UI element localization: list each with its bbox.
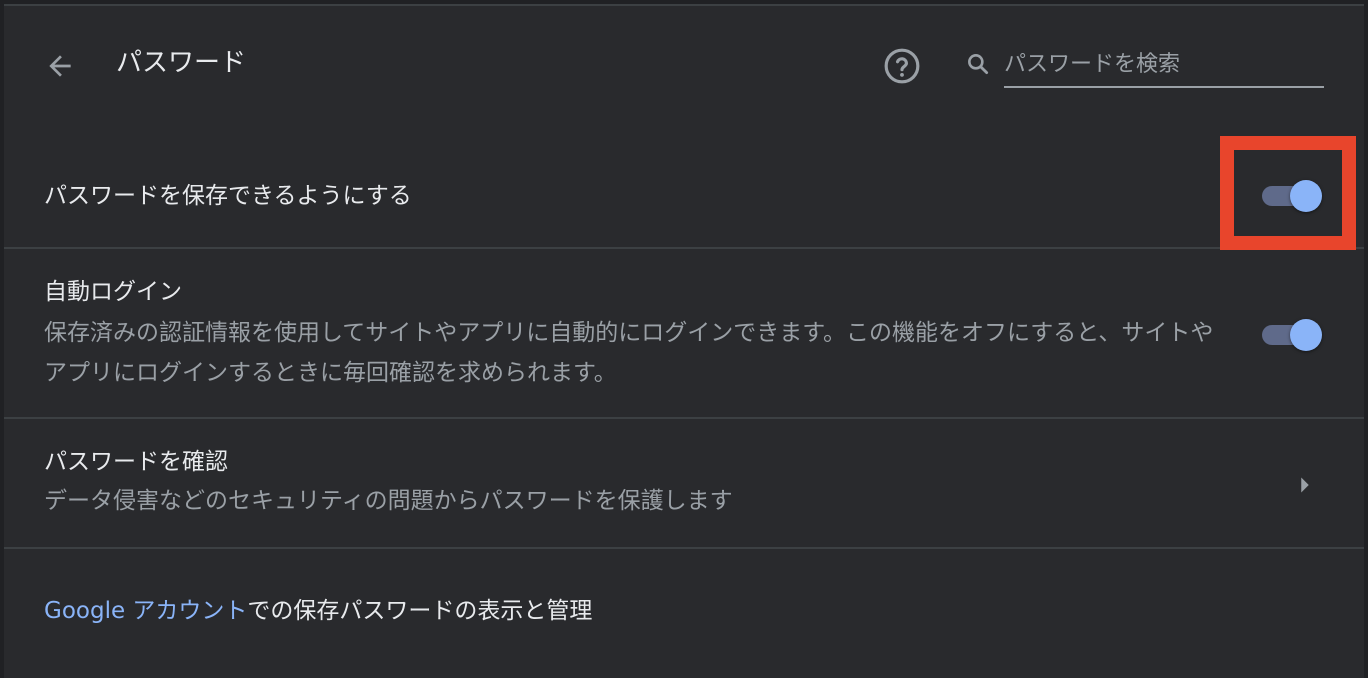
footer-suffix: での保存パスワードの表示と管理	[247, 598, 593, 624]
arrow-left-icon	[49, 55, 71, 77]
search-icon	[962, 48, 994, 80]
settings-panel: パスワード パスワードを保存できるようにする 自動ログイン 保存済みの認証情報を…	[4, 4, 1364, 678]
auto-signin-toggle[interactable]	[1260, 315, 1324, 355]
toggle-knob	[1290, 319, 1322, 351]
page-title: パスワード	[116, 48, 247, 78]
help-button[interactable]	[882, 46, 922, 86]
password-check-arrow[interactable]	[1290, 468, 1320, 502]
page-header: パスワード	[4, 6, 1364, 118]
save-passwords-label: パスワードを保存できるようにする	[44, 183, 412, 209]
auto-signin-row: 自動ログイン 保存済みの認証情報を使用してサイトやアプリに自動的にログインできま…	[4, 249, 1364, 419]
search-input[interactable]	[1004, 42, 1324, 88]
password-check-description: データ侵害などのセキュリティの問題からパスワードを保護します	[44, 488, 733, 514]
save-passwords-toggle[interactable]	[1260, 176, 1324, 216]
auto-signin-description: 保存済みの認証情報を使用してサイトやアプリに自動的にログインできます。この機能を…	[44, 320, 1214, 386]
password-check-row[interactable]: パスワードを確認 データ侵害などのセキュリティの問題からパスワードを保護します	[4, 419, 1364, 547]
back-button[interactable]	[40, 46, 80, 86]
google-account-link[interactable]: Google アカウント	[44, 598, 247, 624]
help-circle-icon	[884, 48, 920, 84]
password-check-label: パスワードを確認	[44, 449, 228, 475]
chevron-right-icon	[1301, 477, 1309, 493]
auto-signin-label: 自動ログイン	[44, 279, 182, 305]
toggle-knob	[1290, 180, 1322, 212]
save-passwords-row: パスワードを保存できるようにする	[4, 118, 1364, 248]
footer-manage-passwords: Google アカウントでの保存パスワードの表示と管理	[44, 594, 592, 628]
divider	[4, 547, 1364, 549]
